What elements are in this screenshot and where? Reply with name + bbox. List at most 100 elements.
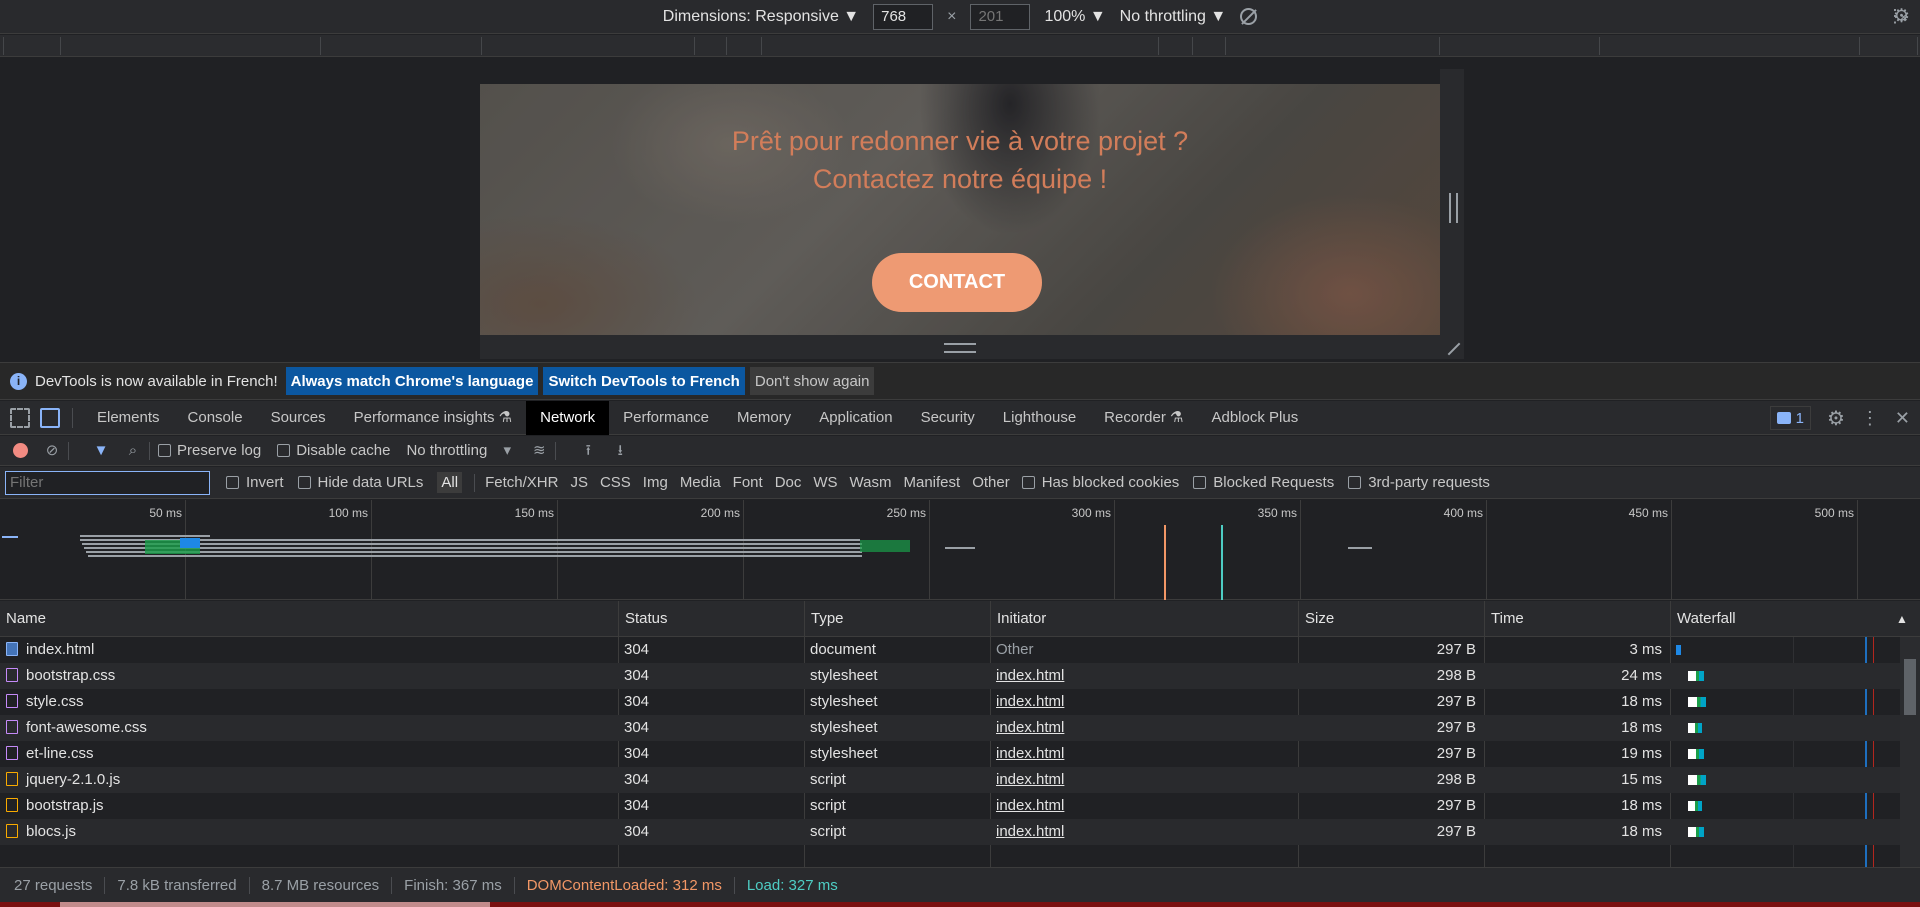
settings-gear-icon[interactable]: ⚙ [1827,406,1845,431]
search-icon[interactable]: ⌕ [125,442,141,459]
dimensions-dropdown[interactable]: Dimensions: Responsive ▼ [663,8,859,26]
checkbox-box[interactable] [277,444,291,457]
media-segment[interactable] [761,37,762,55]
column-header-name[interactable]: Name [0,601,618,637]
switch-to-french-button[interactable]: Switch DevTools to French [543,367,745,395]
viewport-width-input[interactable] [873,3,934,30]
media-segment[interactable] [1439,37,1440,55]
tab-security[interactable]: Security [907,401,989,435]
disable-cache-checkbox[interactable]: Disable cache [277,442,390,459]
tab-elements[interactable]: Elements [83,401,174,435]
column-header-type[interactable]: Type [804,601,990,637]
checkbox-box[interactable] [297,476,311,489]
cell-initiator[interactable]: index.html [990,741,1298,767]
media-segment[interactable] [320,37,321,55]
sort-ascending-icon[interactable]: ▲ [1890,601,1920,637]
tab-network[interactable]: Network [526,400,610,435]
media-segment[interactable] [726,37,727,55]
viewport-resize-handle-bottom[interactable] [480,335,1464,359]
scrollbar-thumb[interactable] [1904,659,1916,715]
table-row[interactable]: index.html 304 document Other 297 B 3 ms [0,637,1900,663]
viewport-height-input[interactable] [970,3,1031,30]
column-header-size[interactable]: Size [1298,601,1484,637]
tab-adblock-plus[interactable]: Adblock Plus [1197,401,1312,435]
blocked-requests-checkbox[interactable]: Blocked Requests [1193,474,1334,491]
hide-data-urls-checkbox[interactable]: Hide data URLs [297,474,423,491]
device-throttling-dropdown[interactable]: No throttling ▼ [1120,8,1227,26]
cell-initiator[interactable]: index.html [990,793,1298,819]
filter-input[interactable] [5,470,210,495]
filter-type-wasm[interactable]: Wasm [850,474,892,491]
table-row[interactable]: font-awesome.css 304 stylesheet index.html 2… [0,715,1900,741]
checkbox-box[interactable] [1193,476,1207,489]
preserve-log-checkbox[interactable]: Preserve log [158,442,261,459]
checkbox-box[interactable] [226,476,239,489]
tab-lighthouse[interactable]: Lighthouse [989,401,1090,435]
filter-type-font[interactable]: Font [733,474,763,491]
checkbox-box[interactable] [1348,476,1362,489]
zoom-dropdown[interactable]: 100% ▼ [1044,8,1105,26]
column-header-initiator[interactable]: Initiator [990,601,1298,637]
table-scrollbar[interactable] [1900,637,1920,867]
chevron-down-icon[interactable]: ▾ [499,442,515,459]
column-header-waterfall[interactable]: Waterfall [1670,601,1900,637]
media-segment[interactable] [1859,37,1860,55]
tab-recorder[interactable]: Recorder ⚗ [1090,401,1197,435]
checkbox-box[interactable] [158,444,171,457]
has-blocked-cookies-checkbox[interactable]: Has blocked cookies [1021,474,1179,491]
network-overview-timeline[interactable]: 50 ms 100 ms 150 ms 200 ms 250 ms 300 ms… [0,500,1920,600]
cell-initiator[interactable]: index.html [990,715,1298,741]
always-match-language-button[interactable]: Always match Chrome's language [285,367,539,395]
table-row[interactable]: style.css 304 stylesheet index.html 297 B 18 … [0,689,1900,715]
export-har-icon[interactable]: ⭳ [612,442,628,459]
customize-menu-icon[interactable]: ⋮ [1861,408,1879,429]
tab-performance[interactable]: Performance [609,401,723,435]
filter-type-js[interactable]: JS [570,474,588,491]
media-segment[interactable] [694,37,695,55]
filter-type-fetch-xhr[interactable]: Fetch/XHR [485,474,558,491]
filter-type-doc[interactable]: Doc [775,474,802,491]
media-segment[interactable] [1192,37,1193,55]
cell-initiator[interactable]: index.html [990,819,1298,845]
dont-show-again-button[interactable]: Don't show again [749,367,875,395]
clear-icon[interactable]: ⊘ [44,442,60,459]
media-segment[interactable] [1917,37,1918,55]
rotate-icon[interactable] [1240,8,1258,25]
filter-type-media[interactable]: Media [680,474,721,491]
cell-initiator[interactable]: index.html [990,689,1298,715]
media-segment[interactable] [1225,37,1226,55]
close-devtools-icon[interactable]: ✕ [1895,408,1910,429]
filter-type-css[interactable]: CSS [600,474,631,491]
cell-initiator[interactable]: index.html [990,663,1298,689]
column-header-time[interactable]: Time [1484,601,1670,637]
media-segment[interactable] [481,37,482,55]
filter-funnel-icon[interactable]: ▼ [93,442,109,459]
table-row[interactable]: bootstrap.js 304 script index.html 297 B 18 m… [0,793,1900,819]
media-segment[interactable] [3,37,4,55]
tab-memory[interactable]: Memory [723,401,805,435]
import-har-icon[interactable]: ⭱ [580,442,596,459]
third-party-requests-checkbox[interactable]: 3rd-party requests [1348,474,1490,491]
record-icon[interactable] [13,443,28,458]
viewport-resize-handle-right[interactable] [1440,69,1464,347]
filter-type-ws[interactable]: WS [813,474,837,491]
filter-type-other[interactable]: Other [972,474,1010,491]
invert-checkbox[interactable]: Invert [226,474,284,491]
checkbox-box[interactable] [1021,476,1035,489]
viewport-resize-corner-icon[interactable] [1444,341,1460,357]
tab-console[interactable]: Console [174,401,257,435]
device-toggle-icon[interactable] [40,407,60,428]
filter-type-all[interactable]: All [437,472,463,493]
table-row[interactable]: bootstrap.css 304 stylesheet index.html 298 … [0,663,1900,689]
network-settings-gear-icon[interactable]: ⚙ [1893,5,1910,28]
tab-application[interactable]: Application [805,401,906,435]
table-row[interactable]: blocs.js 304 script index.html 297 B 18 ms [0,819,1900,845]
inspect-element-icon[interactable] [10,407,30,428]
network-throttling-dropdown[interactable]: No throttling [406,442,487,459]
table-row[interactable]: jquery-2.1.0.js 304 script index.html 298 B 1… [0,767,1900,793]
column-header-status[interactable]: Status [618,601,804,637]
media-segment[interactable] [60,37,61,55]
media-segment[interactable] [1599,37,1600,55]
media-segment[interactable] [1158,37,1159,55]
cell-initiator[interactable]: index.html [990,767,1298,793]
